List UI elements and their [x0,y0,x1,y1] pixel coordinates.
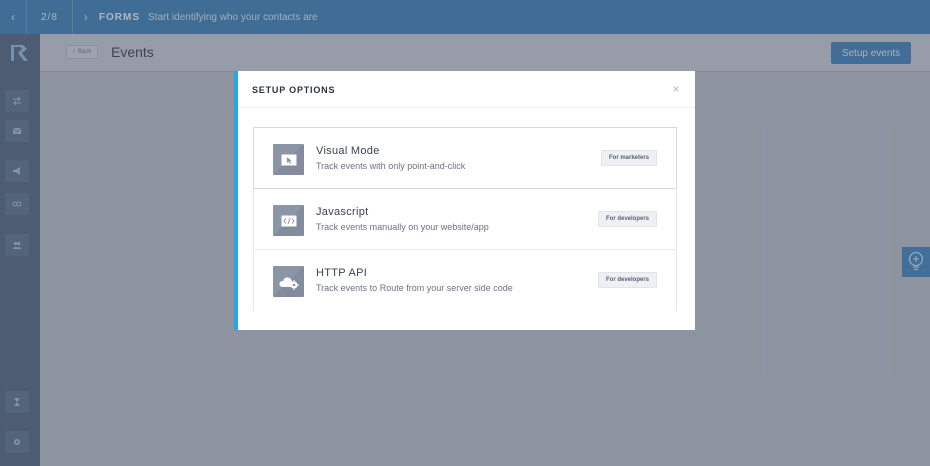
visual-cursor-icon [273,144,304,175]
option-audience-badge: For marketers [601,150,658,166]
option-audience-badge: For developers [598,272,658,288]
option-audience-badge: For developers [598,211,658,227]
cloud-gear-icon [273,266,304,297]
modal-title: SETUP OPTIONS [252,85,336,95]
option-description: Track events to Route from your server s… [316,283,513,293]
option-http-api[interactable]: HTTP API Track events to Route from your… [254,250,676,311]
option-title: HTTP API [316,267,368,279]
setup-options-list: Visual Mode Track events with only point… [253,127,677,311]
option-javascript[interactable]: Javascript Track events manually on your… [254,189,676,250]
option-visual-mode[interactable]: Visual Mode Track events with only point… [253,127,677,189]
modal-header: SETUP OPTIONS × [238,71,695,108]
setup-options-modal: SETUP OPTIONS × Visual Mode Track events… [234,71,695,330]
close-icon[interactable]: × [670,83,682,95]
option-description: Track events manually on your website/ap… [316,222,489,232]
code-icon [273,205,304,236]
option-title: Visual Mode [316,145,380,157]
option-title: Javascript [316,206,369,218]
option-description: Track events with only point-and-click [316,161,466,171]
